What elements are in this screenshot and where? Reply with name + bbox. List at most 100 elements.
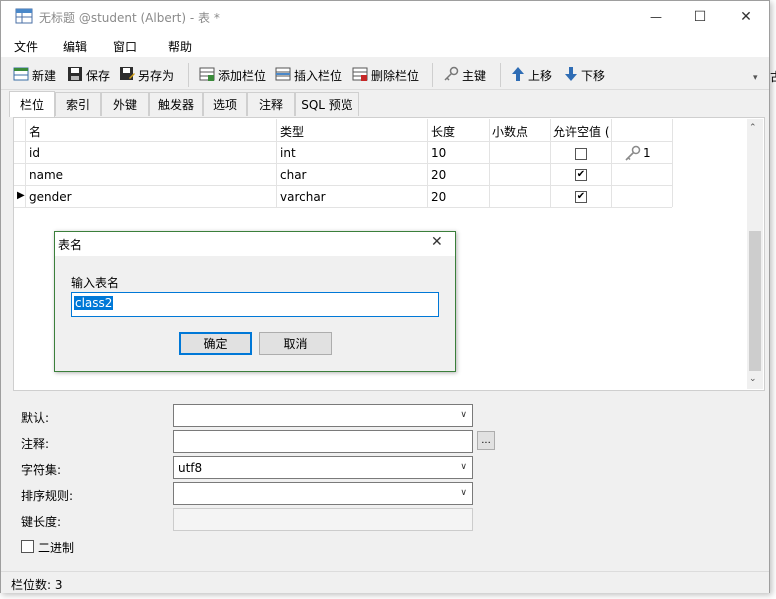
toolbar-separator: [432, 63, 433, 87]
charset-value: utf8: [178, 461, 203, 475]
menu-help[interactable]: 帮助: [168, 38, 192, 55]
menu-window[interactable]: 窗口: [113, 38, 137, 55]
grid-line: [14, 207, 672, 208]
chevron-down-icon: ∨: [460, 410, 467, 420]
ok-button[interactable]: 确定: [179, 332, 252, 355]
menu-file[interactable]: 文件: [14, 38, 38, 55]
save-as-icon: [119, 66, 135, 85]
key-icon: [443, 66, 459, 85]
grid-line: [672, 119, 673, 207]
status-bar: [1, 571, 769, 593]
cell-field-name[interactable]: gender: [29, 190, 72, 204]
cell-field-length[interactable]: 20: [431, 168, 446, 182]
insert-field-icon: [275, 66, 291, 85]
tab-sql-preview[interactable]: SQL 预览: [295, 92, 359, 116]
comment-label: 注释:: [21, 437, 50, 451]
move-up-button[interactable]: 上移: [511, 65, 552, 85]
comment-field[interactable]: [173, 430, 473, 453]
add-field-label: 添加栏位: [218, 68, 267, 83]
arrow-up-icon: [511, 66, 525, 85]
add-field-button[interactable]: 添加栏位: [199, 65, 266, 85]
maximize-button[interactable]: ☐: [677, 1, 723, 33]
primary-key-order: 1: [643, 146, 651, 160]
key-length-label: 键长度:: [21, 515, 62, 529]
column-header-type[interactable]: 类型: [280, 123, 304, 143]
nullable-checkbox[interactable]: ✔: [575, 191, 587, 203]
default-label: 默认:: [21, 411, 50, 425]
grid-line: [14, 163, 672, 164]
primary-key-label: 主键: [462, 68, 487, 83]
cell-field-length[interactable]: 10: [431, 146, 446, 160]
checkmark-icon: ✔: [576, 191, 586, 202]
tab-indexes[interactable]: 索引: [55, 92, 101, 116]
column-header-nullable[interactable]: 允许空值 (: [553, 123, 610, 143]
tab-comment[interactable]: 注释: [247, 92, 295, 116]
insert-field-label: 插入栏位: [294, 68, 343, 83]
cell-field-type[interactable]: varchar: [280, 190, 326, 204]
dialog-prompt: 输入表名: [71, 276, 120, 290]
new-button[interactable]: 新建: [13, 65, 56, 85]
move-down-button[interactable]: 下移: [564, 65, 605, 85]
comment-more-button[interactable]: ...: [477, 431, 495, 450]
move-down-label: 下移: [581, 68, 606, 83]
close-button[interactable]: ✕: [723, 1, 769, 33]
toolbar-overflow-icon[interactable]: ▾: [753, 73, 758, 83]
save-icon: [67, 66, 83, 85]
primary-key-button[interactable]: 主键: [443, 65, 486, 85]
cancel-button[interactable]: 取消: [259, 332, 332, 355]
cell-field-name[interactable]: id: [29, 146, 40, 160]
table-name-input-text: class2: [74, 296, 114, 310]
arrow-down-icon: [564, 66, 578, 85]
scrollbar-thumb[interactable]: [749, 231, 761, 371]
chevron-down-icon: ∨: [460, 462, 467, 472]
default-dropdown[interactable]: ∨: [173, 404, 473, 427]
delete-field-button[interactable]: 删除栏位: [352, 65, 419, 85]
column-header-decimals[interactable]: 小数点: [492, 123, 528, 143]
column-header-name[interactable]: 名: [29, 123, 41, 143]
charset-label: 字符集:: [21, 463, 62, 477]
scroll-up-icon[interactable]: ⌃: [749, 123, 757, 133]
insert-field-button[interactable]: 插入栏位: [275, 65, 342, 85]
menu-edit[interactable]: 编辑: [63, 38, 87, 55]
cell-field-type[interactable]: int: [280, 146, 296, 160]
nullable-checkbox[interactable]: [575, 148, 587, 160]
binary-label: 二进制: [38, 541, 75, 555]
nullable-checkbox[interactable]: ✔: [575, 169, 587, 181]
table-designer-window: 无标题 @student (Albert) - 表 * — ☐ ✕ 文件 编辑 …: [0, 0, 770, 593]
collation-dropdown[interactable]: ∨: [173, 482, 473, 505]
save-as-button[interactable]: 另存为: [119, 65, 174, 85]
tab-foreign-keys[interactable]: 外键: [101, 92, 149, 116]
tab-triggers[interactable]: 触发器: [149, 92, 203, 116]
column-header-length[interactable]: 长度: [431, 123, 455, 143]
move-up-label: 上移: [528, 68, 553, 83]
cell-field-name[interactable]: name: [29, 168, 63, 182]
scroll-down-icon[interactable]: ⌄: [749, 374, 757, 384]
new-label: 新建: [32, 68, 57, 83]
minimize-button[interactable]: —: [633, 1, 679, 33]
charset-dropdown[interactable]: utf8 ∨: [173, 456, 473, 479]
add-field-icon: [199, 66, 215, 85]
dialog-title: 表名: [58, 238, 83, 252]
tab-fields[interactable]: 栏位: [9, 91, 55, 117]
tab-options[interactable]: 选项: [203, 92, 247, 116]
binary-checkbox[interactable]: [21, 540, 34, 553]
cell-field-type[interactable]: char: [280, 168, 307, 182]
toolbar-separator: [500, 63, 501, 87]
close-icon: ✕: [431, 234, 443, 250]
checkmark-icon: ✔: [576, 169, 586, 180]
grid-line: [25, 119, 26, 207]
collation-label: 排序规则:: [21, 489, 74, 503]
toolbar-separator: [188, 63, 189, 87]
chevron-down-icon: ∨: [460, 488, 467, 498]
new-table-icon: [13, 66, 29, 85]
cell-field-length[interactable]: 20: [431, 190, 446, 204]
table-name-input[interactable]: class2: [71, 292, 439, 317]
save-button[interactable]: 保存: [67, 65, 110, 85]
grid-line: [489, 119, 490, 207]
primary-key-icon: [624, 145, 642, 164]
dialog-title-bar: [55, 232, 455, 256]
grid-line: [611, 119, 612, 207]
delete-field-label: 删除栏位: [371, 68, 420, 83]
dialog-close-button[interactable]: ✕: [431, 234, 443, 250]
save-label: 保存: [86, 68, 111, 83]
